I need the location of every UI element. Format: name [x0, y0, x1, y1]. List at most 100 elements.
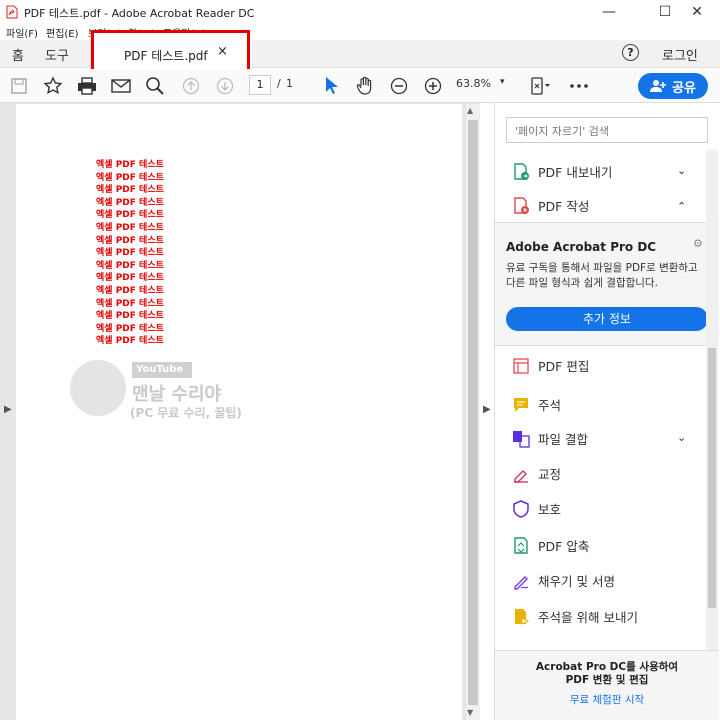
prev-page-icon[interactable]	[180, 75, 202, 97]
tool-label: 주석	[538, 398, 562, 413]
acrobat-logo-icon	[6, 5, 18, 19]
share-button[interactable]: 공유	[638, 73, 708, 99]
tool-item[interactable]: PDF 편집	[512, 356, 589, 375]
document-line: 엑셀 PDF 테스트	[96, 336, 164, 347]
share-label: 공유	[672, 80, 696, 96]
free-trial-link[interactable]: 무료 체험판 시작	[495, 692, 719, 707]
select-cursor-icon[interactable]	[320, 75, 342, 97]
document-line: 엑셀 PDF 테스트	[96, 311, 164, 322]
page-fit-icon[interactable]	[528, 75, 550, 97]
document-line: 엑셀 PDF 테스트	[96, 273, 164, 284]
zoom-value: 63.8%	[456, 77, 491, 90]
pro-trial-footer: Acrobat Pro DC를 사용하여 PDF 변환 및 편집 무료 체험판 시…	[495, 650, 719, 720]
compress-pdf-icon	[512, 536, 530, 555]
help-icon[interactable]: ?	[622, 44, 639, 61]
tab-home[interactable]: 홈	[12, 45, 24, 64]
close-icon: ✕	[691, 4, 703, 20]
chevron-down-icon[interactable]: ⌄	[677, 164, 686, 177]
save-icon[interactable]	[8, 75, 30, 97]
document-line: 엑셀 PDF 테스트	[96, 160, 164, 170]
page-separator: /	[277, 77, 281, 90]
tool-label: PDF 내보내기	[538, 165, 613, 180]
watermark-subtitle: (PC 무료 수리, 꿀팁)	[130, 406, 242, 420]
zoom-select[interactable]: 63.8% ▾	[456, 77, 512, 95]
tool-create-pdf[interactable]: PDF 작성	[512, 196, 589, 215]
tool-search-input[interactable]: '페이지 자르기' 검색	[506, 117, 708, 143]
document-line: 엑셀 PDF 테스트	[96, 286, 164, 296]
document-line: 엑셀 PDF 테스트	[96, 323, 164, 334]
chevron-down-icon[interactable]: ⌄	[677, 431, 686, 444]
window-title: PDF 테스트.pdf - Adobe Acrobat Reader DC	[24, 7, 255, 20]
tool-label: PDF 작성	[538, 199, 590, 214]
close-window-button[interactable]: ✕	[674, 0, 720, 24]
document-line: 엑셀 PDF 테스트	[96, 172, 164, 183]
redact-icon	[512, 465, 530, 483]
find-icon[interactable]	[144, 75, 166, 97]
document-scrollbar-thumb[interactable]	[468, 120, 478, 705]
document-line: 엑셀 PDF 테스트	[96, 260, 164, 271]
tool-item[interactable]: 보호	[512, 499, 561, 518]
zoom-in-icon[interactable]	[422, 75, 444, 97]
chevron-up-icon[interactable]: ⌃	[677, 200, 686, 213]
chevron-down-icon: ▾	[500, 77, 505, 87]
document-line: 엑셀 PDF 테스트	[96, 197, 164, 208]
login-link[interactable]: 로그인	[662, 45, 698, 64]
bookmark-star-icon[interactable]	[42, 75, 64, 97]
tool-item[interactable]: 파일 결합	[512, 429, 588, 448]
tool-export-pdf[interactable]: PDF 내보내기	[512, 162, 612, 181]
document-line: 엑셀 PDF 테스트	[96, 298, 164, 309]
tool-label: 보호	[538, 502, 562, 517]
edit-pdf-icon	[512, 357, 530, 375]
combine-files-icon	[512, 430, 530, 448]
tool-item[interactable]: 채우기 및 서명	[512, 571, 615, 590]
document-line: 엑셀 PDF 테스트	[96, 235, 164, 246]
tool-item[interactable]: PDF 압축	[512, 536, 589, 555]
document-line: 엑셀 PDF 테스트	[96, 223, 164, 233]
more-info-button[interactable]: 추가 정보	[506, 307, 708, 331]
tool-item[interactable]: 주석	[512, 395, 561, 414]
footer-line1: Acrobat Pro DC를 사용하여	[535, 661, 679, 673]
add-user-icon	[650, 80, 667, 92]
promo-settings-icon[interactable]: ⚙	[693, 237, 703, 250]
document-line: 엑셀 PDF 테스트	[96, 185, 164, 196]
tool-label: PDF 압축	[538, 539, 590, 554]
send-for-comments-icon	[512, 608, 530, 626]
hand-tool-icon[interactable]	[354, 75, 376, 97]
email-icon[interactable]	[110, 75, 132, 97]
maximize-icon: ☐	[658, 4, 672, 20]
page-number-input[interactable]: 1	[249, 75, 271, 95]
tab-tools[interactable]: 도구	[45, 45, 69, 64]
collapse-right-panel-icon[interactable]: ▶	[483, 404, 491, 415]
collapse-left-panel-icon[interactable]: ▶	[4, 404, 12, 415]
promo-title: Adobe Acrobat Pro DC	[506, 240, 657, 254]
watermark-title: 맨날 수리야	[132, 384, 222, 405]
more-tools-icon[interactable]	[568, 75, 590, 97]
tool-label: 채우기 및 서명	[538, 574, 615, 589]
pro-promo-panel: Adobe Acrobat Pro DC ⚙ 유료 구독을 통해서 파일을 PD…	[495, 222, 719, 346]
tool-item[interactable]: 주석을 위해 보내기	[512, 607, 638, 626]
tool-label: 교정	[538, 467, 562, 482]
minimize-button[interactable]: —	[586, 0, 632, 24]
tool-label: PDF 편집	[538, 359, 590, 374]
tool-label: 주석을 위해 보내기	[538, 610, 638, 625]
comment-icon	[512, 396, 530, 414]
watermark-logo	[70, 360, 126, 416]
menu-file[interactable]: 파일(F)	[6, 25, 38, 40]
print-icon[interactable]	[76, 75, 98, 97]
footer-line2: PDF 변환 및 편집	[565, 674, 649, 686]
watermark-badge: YouTube	[132, 362, 192, 378]
toolbar: 1 / 1 63.8% ▾ 공유	[0, 69, 720, 103]
document-line: 엑셀 PDF 테스트	[96, 210, 164, 221]
scroll-up-icon[interactable]: ▲	[467, 106, 473, 115]
page-total: 1	[286, 77, 293, 90]
zoom-out-icon[interactable]	[388, 75, 410, 97]
tool-label: 파일 결합	[538, 432, 588, 447]
next-page-icon[interactable]	[214, 75, 236, 97]
fill-sign-icon	[512, 572, 530, 590]
minimize-icon: —	[602, 4, 616, 20]
menu-edit[interactable]: 편집(E)	[46, 25, 79, 40]
tools-scrollbar-thumb[interactable]	[708, 348, 716, 608]
scroll-down-icon[interactable]: ▼	[467, 708, 473, 717]
title-bar: PDF 테스트.pdf - Adobe Acrobat Reader DC — …	[0, 0, 720, 24]
tool-item[interactable]: 교정	[512, 464, 561, 483]
